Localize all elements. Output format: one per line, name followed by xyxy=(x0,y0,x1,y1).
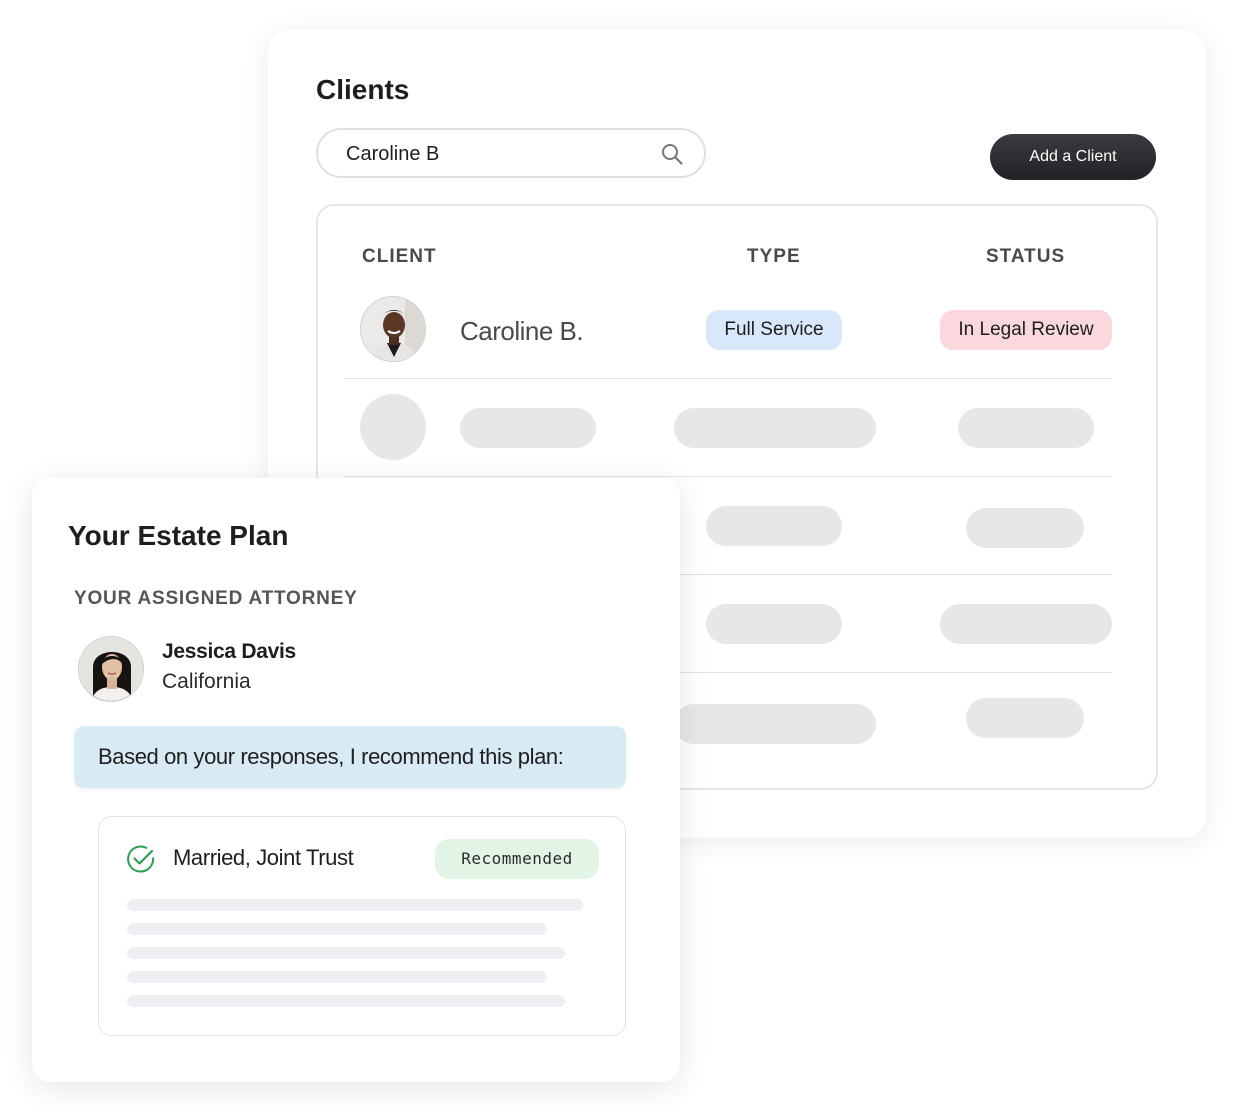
placeholder-bar xyxy=(966,508,1084,548)
placeholder-avatar xyxy=(360,394,426,460)
search-icon[interactable] xyxy=(660,142,684,166)
message-text: Based on your responses, I recommend thi… xyxy=(98,744,564,769)
row-divider xyxy=(344,476,1112,477)
placeholder-bar xyxy=(966,698,1084,738)
search-box[interactable] xyxy=(316,128,706,178)
placeholder-bar xyxy=(706,506,842,546)
column-header-client: CLIENT xyxy=(362,246,437,267)
estate-plan-panel: Your Estate Plan YOUR ASSIGNED ATTORNEY … xyxy=(32,478,680,1082)
column-header-type: TYPE xyxy=(747,246,801,267)
add-client-button[interactable]: Add a Client xyxy=(990,134,1156,180)
placeholder-bar xyxy=(674,704,876,744)
attorney-name: Jessica Davis xyxy=(162,640,296,663)
check-circle-icon xyxy=(127,845,155,873)
attorney-photo xyxy=(79,637,143,701)
client-photo xyxy=(361,297,425,361)
recommended-badge: Recommended xyxy=(435,839,599,879)
placeholder-text-line xyxy=(127,971,547,983)
placeholder-bar xyxy=(674,408,876,448)
placeholder-bar xyxy=(706,604,842,644)
stage: Clients Add a Client CLIENT TYPE STATUS xyxy=(0,0,1240,1112)
estate-plan-title: Your Estate Plan xyxy=(68,520,289,551)
page-title: Clients xyxy=(316,74,410,105)
placeholder-text-line xyxy=(127,947,565,959)
type-badge: Full Service xyxy=(706,310,842,350)
plan-option-card[interactable]: Married, Joint Trust Recommended xyxy=(98,816,626,1036)
status-badge: In Legal Review xyxy=(940,310,1112,350)
attorney-avatar xyxy=(78,636,144,702)
plan-name: Married, Joint Trust xyxy=(173,845,354,870)
placeholder-text-line xyxy=(127,923,547,935)
placeholder-bar xyxy=(460,408,596,448)
client-name[interactable]: Caroline B. xyxy=(460,316,584,347)
attorney-location: California xyxy=(162,670,251,693)
attorney-section-label: YOUR ASSIGNED ATTORNEY xyxy=(74,588,358,609)
recommendation-message: Based on your responses, I recommend thi… xyxy=(74,726,626,788)
placeholder-text-line xyxy=(127,899,583,911)
client-avatar[interactable] xyxy=(360,296,426,362)
row-divider xyxy=(344,378,1112,379)
placeholder-bar xyxy=(940,604,1112,644)
placeholder-text-line xyxy=(127,995,565,1007)
placeholder-bar xyxy=(958,408,1094,448)
column-header-status: STATUS xyxy=(986,246,1066,267)
search-input[interactable] xyxy=(346,141,646,167)
